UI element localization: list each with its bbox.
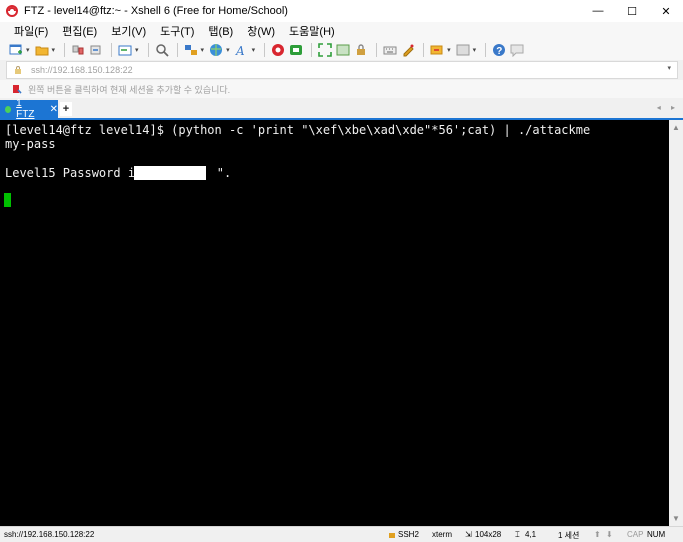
cursor-pos-icon: ⌶ (515, 530, 520, 539)
toolbar-separator (485, 43, 487, 57)
status-bar: ssh://192.168.150.128:22 SSH2 xterm ⇲ 10… (0, 526, 683, 542)
menu-window[interactable]: 창(W) (247, 23, 275, 39)
font-icon[interactable]: A (234, 42, 250, 58)
menu-tools[interactable]: 도구(T) (160, 23, 194, 39)
tab-prev-icon[interactable]: ◂ (657, 103, 661, 112)
tab-ftz[interactable]: 1 FTZ ✕ (0, 98, 58, 120)
menu-file[interactable]: 파일(F) (14, 23, 48, 39)
toolbar-separator (376, 43, 378, 57)
menu-help[interactable]: 도움말(H) (289, 23, 335, 39)
layout-icon[interactable] (455, 42, 471, 58)
open-folder-icon[interactable] (34, 42, 50, 58)
keyboard-icon[interactable] (382, 42, 398, 58)
lock-icon[interactable] (353, 42, 369, 58)
reconnect-icon[interactable] (88, 42, 104, 58)
status-protocol: SSH2 (398, 530, 419, 539)
script-icon[interactable] (400, 42, 416, 58)
status-sessions: 1 세션 (558, 531, 580, 540)
tab-next-icon[interactable]: ▸ (671, 103, 675, 112)
svg-text:A: A (235, 44, 245, 57)
scroll-down-icon[interactable]: ▼ (672, 514, 680, 523)
terminal-area[interactable]: [level14@ftz level14]$ (python -c 'print… (0, 120, 669, 526)
find-icon[interactable] (154, 42, 170, 58)
xftp-icon[interactable] (270, 42, 286, 58)
chat-icon[interactable] (509, 42, 525, 58)
xshell-logo-icon (6, 5, 18, 17)
vertical-scrollbar[interactable]: ▲ ▼ (669, 120, 683, 526)
terminal-output-line: my-pass (5, 137, 56, 151)
menu-tab[interactable]: 탭(B) (208, 23, 233, 39)
toolbar-separator (264, 43, 266, 57)
menu-edit[interactable]: 편집(E) (62, 23, 97, 39)
tab-label: 1 FTZ (16, 98, 35, 120)
svg-text:?: ? (496, 46, 502, 57)
toolbar-separator (311, 43, 313, 57)
xmanager-icon[interactable] (288, 42, 304, 58)
status-terminal-type: xterm (432, 530, 452, 539)
minimize-button[interactable]: — (581, 0, 615, 22)
toolbar: ▾ ▾ ▾ ▾ ▾ A ▾ ▾ ▾ ? (0, 40, 683, 60)
close-icon[interactable]: ✕ (50, 104, 58, 115)
session-down-icon[interactable]: ⬇ (606, 530, 613, 539)
toolbar-separator (176, 43, 178, 57)
status-connection: ssh://192.168.150.128:22 (4, 530, 95, 539)
add-tab-button[interactable]: + (60, 102, 72, 116)
status-num: NUM (647, 530, 666, 539)
bookmark-arrow-icon[interactable] (12, 84, 22, 94)
hint-bar: 왼쪽 버튼을 클릭하여 현재 세션을 추가할 수 있습니다. (0, 80, 683, 98)
transparent-icon[interactable] (335, 42, 351, 58)
ssh-lock-icon (388, 530, 396, 540)
status-size: 104x28 (475, 530, 502, 539)
maximize-button[interactable]: ☐ (615, 0, 649, 22)
globe-icon[interactable] (208, 42, 224, 58)
terminal-cursor (4, 193, 11, 207)
connected-status-icon (5, 105, 12, 113)
toolbar-separator (423, 43, 425, 57)
password-suffix: ". (216, 166, 232, 180)
padlock-icon (13, 65, 23, 75)
title-bar: FTZ - level14@ftz:~ - Xshell 6 (Free for… (0, 0, 683, 22)
hint-text: 왼쪽 버튼을 클릭하여 현재 세션을 추가할 수 있습니다. (28, 84, 231, 95)
close-button[interactable]: ✕ (649, 0, 683, 22)
tab-bar: 1 FTZ ✕ + ◂ ▸ (0, 98, 683, 120)
terminal-command-line: [level14@ftz level14]$ (python -c 'print… (5, 123, 591, 137)
address-bar: ▾ (6, 61, 678, 79)
size-icon: ⇲ (465, 530, 472, 539)
toolbar-separator (111, 43, 113, 57)
menu-view[interactable]: 보기(V) (111, 23, 146, 39)
status-cursor-pos: 4,1 (525, 530, 537, 539)
compose-icon[interactable] (429, 42, 445, 58)
toolbar-separator (64, 43, 66, 57)
new-tab-icon[interactable] (117, 42, 133, 58)
address-input[interactable] (31, 65, 631, 75)
session-up-icon[interactable]: ⬆ (594, 530, 601, 539)
tab-navigation: ◂ ▸ (649, 103, 675, 112)
disconnect-icon[interactable] (70, 42, 86, 58)
status-caps: CAP (627, 530, 644, 539)
help-icon[interactable]: ? (491, 42, 507, 58)
fullscreen-icon[interactable] (317, 42, 333, 58)
chevron-down-icon[interactable]: ▾ (667, 64, 671, 72)
scroll-up-icon[interactable]: ▲ (672, 123, 680, 132)
toolbar-separator (147, 43, 149, 57)
menu-bar: 파일(F) 편집(E) 보기(V) 도구(T) 탭(B) 창(W) 도움말(H) (0, 22, 683, 40)
new-session-icon[interactable] (8, 42, 24, 58)
properties-icon[interactable] (183, 42, 199, 58)
redacted-password (134, 166, 206, 180)
window-title: FTZ - level14@ftz:~ - Xshell 6 (Free for… (24, 5, 288, 17)
